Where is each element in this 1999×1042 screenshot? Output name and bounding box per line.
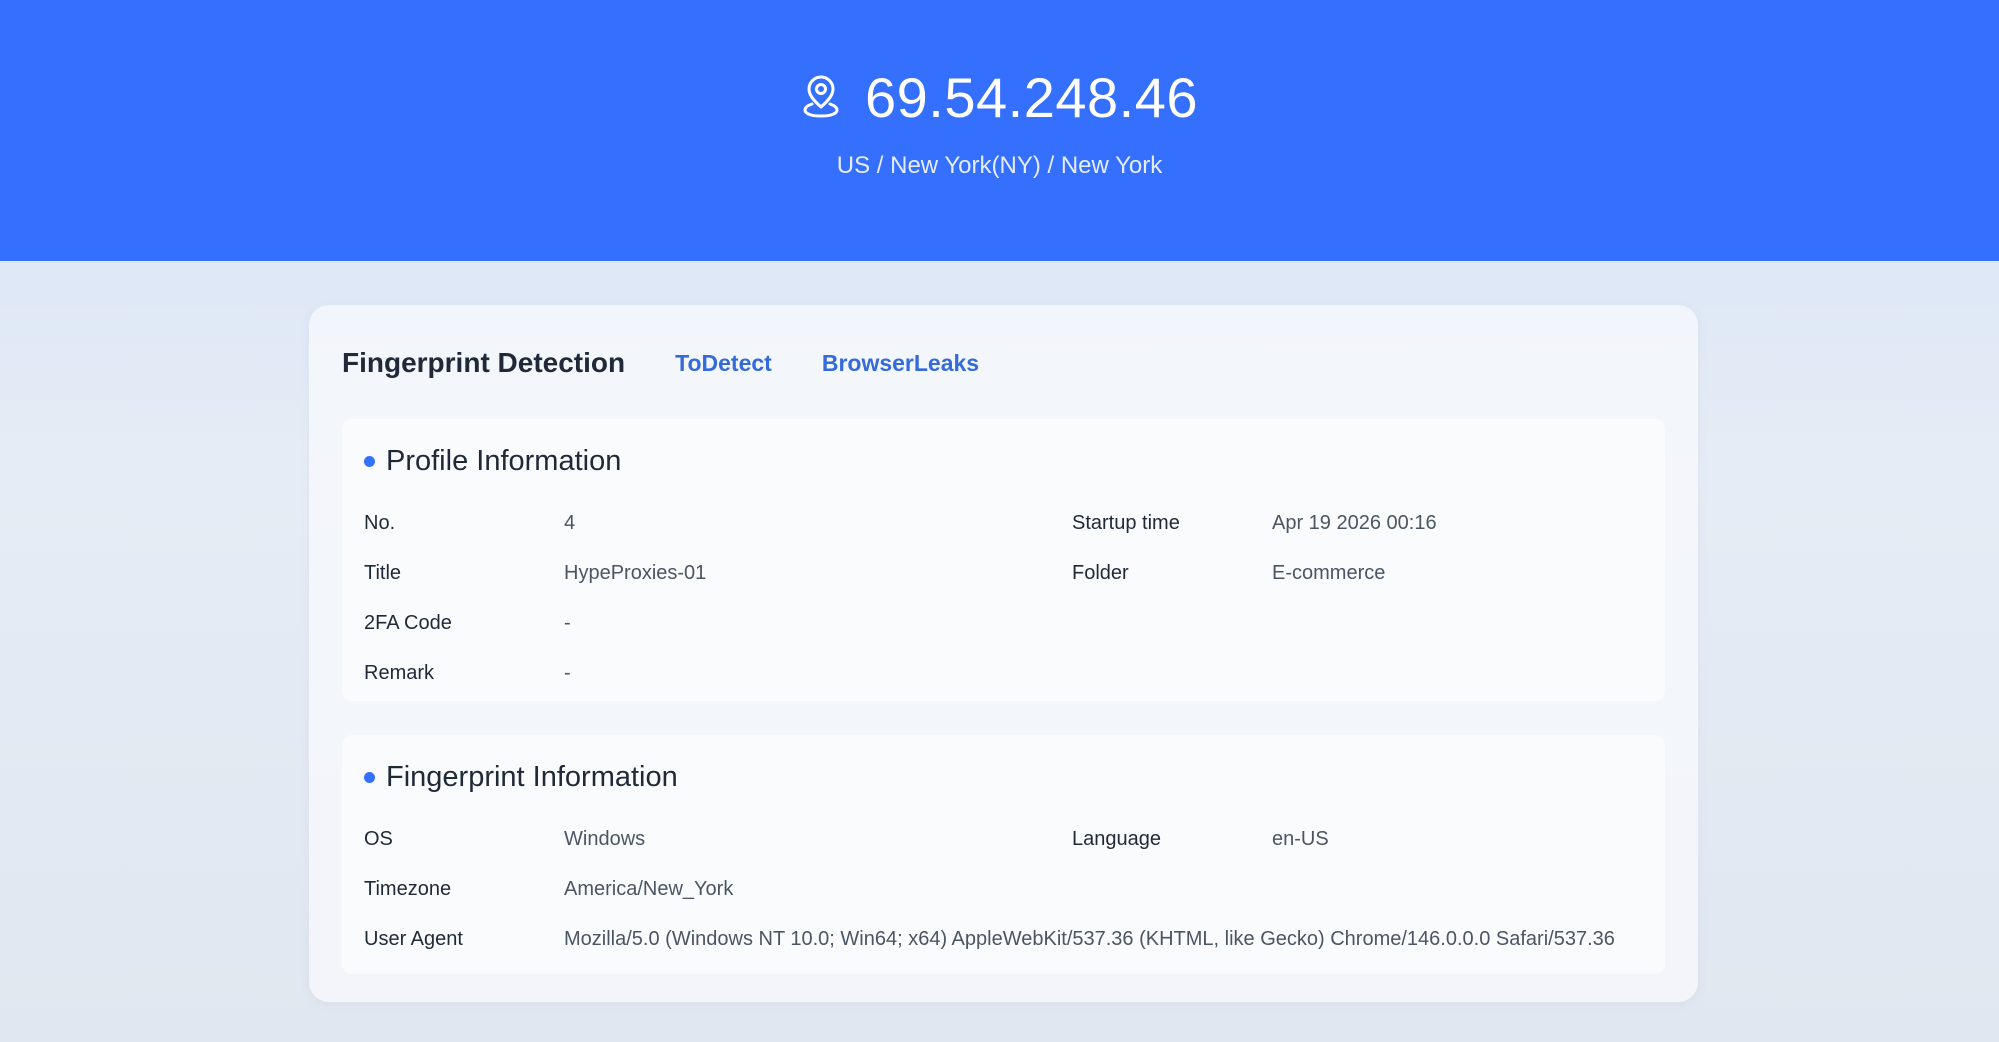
timezone-label: Timezone	[364, 878, 452, 900]
fingerprint-detection-card: Fingerprint Detection ToDetect BrowserLe…	[309, 305, 1698, 1002]
startup-time-value: Apr 19 2026 00:16	[1272, 512, 1437, 534]
no-label: No.	[364, 512, 396, 534]
browserleaks-link[interactable]: BrowserLeaks	[822, 350, 979, 377]
os-label: OS	[364, 828, 393, 850]
title-label: Title	[364, 562, 402, 584]
ip-row: 69.54.248.46	[0, 62, 1999, 132]
bullet-dot	[364, 771, 375, 783]
remark-label: Remark	[364, 662, 435, 684]
section-title-text: Fingerprint Information	[386, 760, 678, 793]
title-value: HypeProxies-01	[564, 562, 707, 584]
user-agent-value: Mozilla/5.0 (Windows NT 10.0; Win64; x64…	[564, 928, 1615, 950]
fingerprint-information-section: Fingerprint Information OS Windows Langu…	[342, 735, 1665, 974]
user-agent-label: User Agent	[364, 928, 463, 950]
ip-header: 69.54.248.46 US / New York(NY) / New Yor…	[0, 0, 1999, 261]
language-value: en-US	[1272, 828, 1329, 850]
twofa-code-value: -	[564, 612, 571, 634]
twofa-code-label: 2FA Code	[364, 612, 452, 634]
card-header: Fingerprint Detection ToDetect BrowserLe…	[342, 335, 1029, 391]
section-title: Profile Information	[364, 441, 621, 481]
ip-address: 69.54.248.46	[865, 65, 1198, 129]
bullet-dot	[364, 455, 375, 467]
language-label: Language	[1072, 828, 1161, 850]
remark-value: -	[564, 662, 571, 684]
startup-time-label: Startup time	[1072, 512, 1180, 534]
section-title-text: Profile Information	[386, 444, 622, 477]
card-title: Fingerprint Detection	[342, 347, 626, 378]
ip-location: US / New York(NY) / New York	[836, 152, 1163, 179]
profile-information-section: Profile Information No. 4 Startup time A…	[342, 419, 1665, 701]
timezone-value: America/New_York	[564, 878, 734, 900]
section-title: Fingerprint Information	[364, 757, 678, 797]
todetect-link[interactable]: ToDetect	[675, 350, 772, 377]
folder-label: Folder	[1072, 562, 1129, 584]
no-value: 4	[564, 512, 576, 534]
folder-value: E-commerce	[1272, 562, 1386, 584]
location-pin-icon	[801, 75, 841, 119]
os-value: Windows	[564, 828, 646, 850]
